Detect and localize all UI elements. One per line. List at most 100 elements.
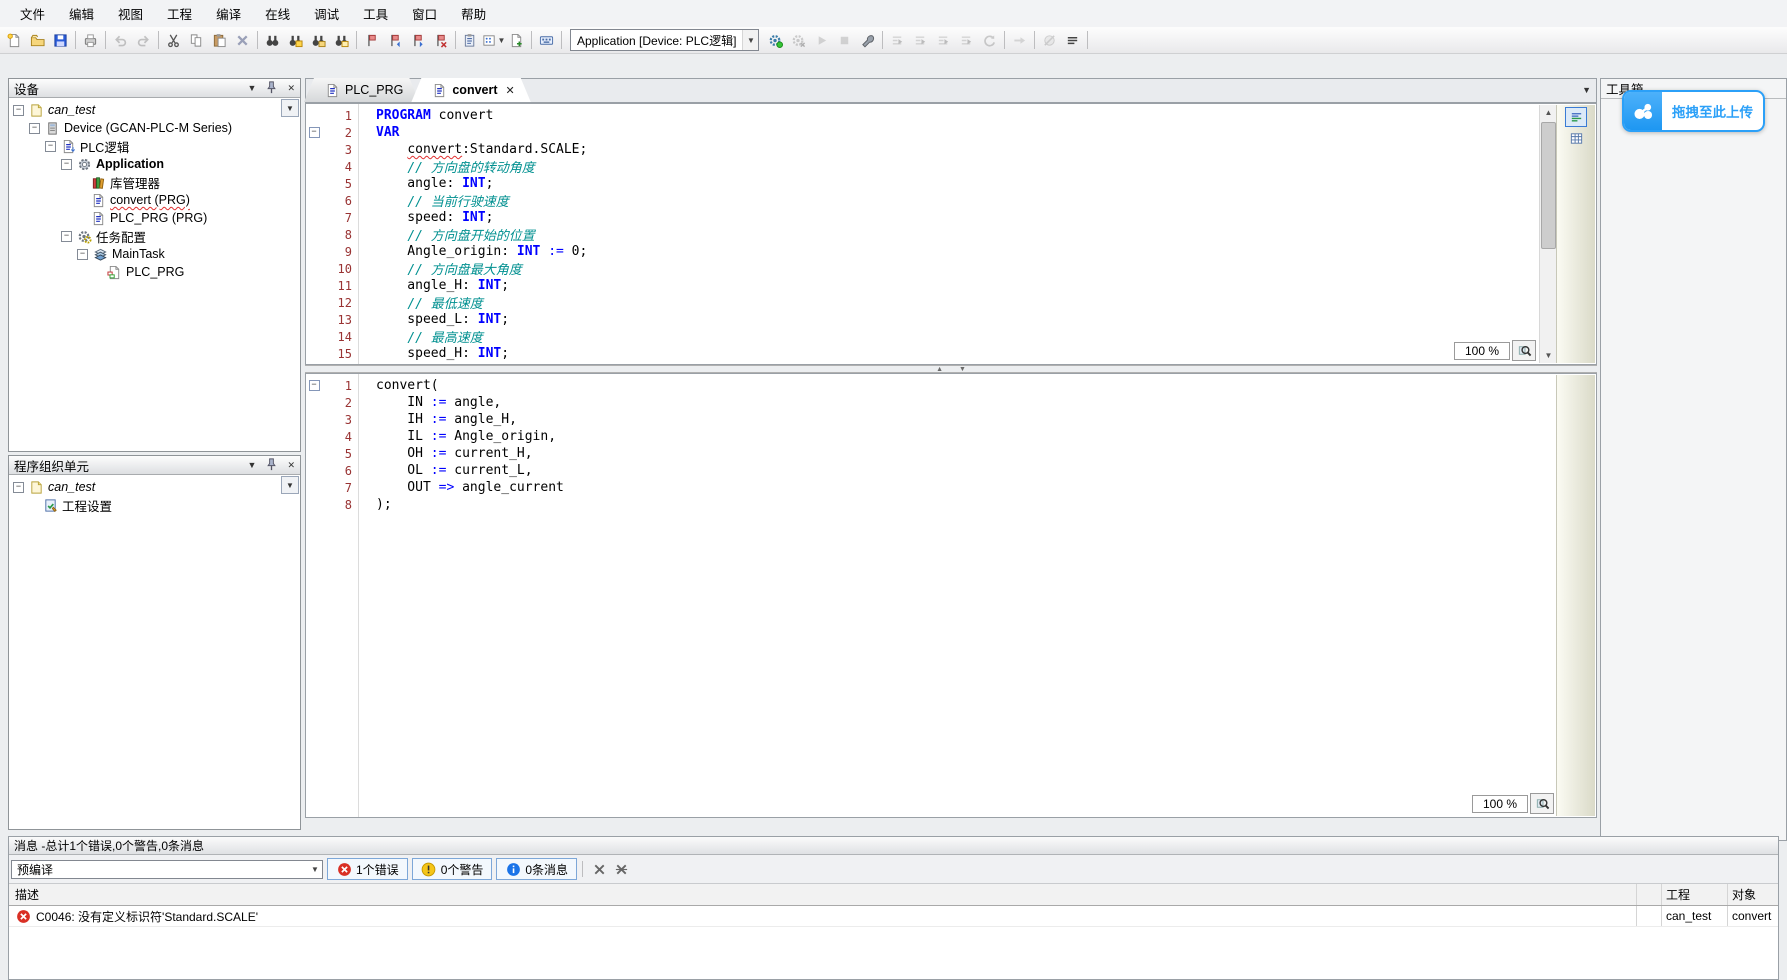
redo-button[interactable] bbox=[132, 29, 155, 51]
message-row[interactable]: C0046: 没有定义标识符'Standard.SCALE' can_test … bbox=[9, 906, 1778, 927]
pou-tree-item-can-test[interactable]: − can_test bbox=[9, 478, 300, 496]
copy-button[interactable] bbox=[185, 29, 208, 51]
quick-replace-button[interactable] bbox=[284, 29, 307, 51]
devices-tree-item-can-test[interactable]: − can_test bbox=[9, 101, 300, 119]
pou-tree-filter-button[interactable]: ▼ bbox=[281, 476, 299, 494]
step-over-button[interactable] bbox=[886, 29, 909, 51]
menu-file[interactable]: 文件 bbox=[8, 0, 57, 27]
pou-tree-item-project-settings[interactable]: 工程设置 bbox=[9, 496, 300, 514]
menu-project[interactable]: 工程 bbox=[155, 0, 204, 27]
next-bookmark-button[interactable] bbox=[406, 29, 429, 51]
clear-bookmarks-button[interactable] bbox=[429, 29, 452, 51]
menu-window[interactable]: 窗口 bbox=[400, 0, 449, 27]
menu-debug[interactable]: 调试 bbox=[302, 0, 351, 27]
filter-warnings-button[interactable]: 0个警告 bbox=[412, 858, 493, 880]
replace-in-project-button[interactable] bbox=[330, 29, 353, 51]
menu-build[interactable]: 编译 bbox=[204, 0, 253, 27]
declaration-scrollbar[interactable]: ▲ ▼ bbox=[1539, 105, 1557, 363]
build-wrench-button[interactable] bbox=[856, 29, 879, 51]
stop-button[interactable] bbox=[833, 29, 856, 51]
close-tab-icon[interactable]: ✕ bbox=[506, 84, 515, 97]
devices-tree-item-convert-prg[interactable]: convert (PRG) bbox=[9, 191, 300, 209]
editor-tab-convert[interactable]: convert ✕ bbox=[411, 78, 530, 102]
splitter-up-icon[interactable]: ▲ bbox=[936, 366, 943, 373]
new-file-button[interactable] bbox=[3, 29, 26, 51]
start-button[interactable] bbox=[810, 29, 833, 51]
scroll-down-icon[interactable]: ▼ bbox=[1540, 348, 1557, 363]
devices-tree-item-task-configuration[interactable]: − 任务配置 bbox=[9, 227, 300, 245]
devices-tree-item-device-gcan[interactable]: − Device (GCAN-PLC-M Series) bbox=[9, 119, 300, 137]
message-category-select[interactable]: 预编译 ▼ bbox=[11, 860, 323, 879]
open-project-button[interactable] bbox=[26, 29, 49, 51]
clear-message-button[interactable] bbox=[588, 859, 610, 879]
pou-pin-icon[interactable] bbox=[264, 457, 279, 474]
virtual-keys-button[interactable] bbox=[535, 29, 558, 51]
devices-tree-item-maintask[interactable]: − MainTask bbox=[9, 245, 300, 263]
input-assistant-button[interactable] bbox=[459, 29, 482, 51]
text-view-button[interactable] bbox=[1565, 107, 1587, 127]
collapse-icon[interactable]: − bbox=[29, 123, 40, 134]
menu-view[interactable]: 视图 bbox=[106, 0, 155, 27]
flow-control-button[interactable] bbox=[1061, 29, 1084, 51]
declarations-dropdown-button[interactable]: ▼ bbox=[482, 29, 505, 51]
devices-pin-icon[interactable] bbox=[264, 80, 279, 97]
collapse-icon[interactable]: − bbox=[61, 159, 72, 170]
undo-button[interactable] bbox=[109, 29, 132, 51]
devices-tree-item-application[interactable]: − Application bbox=[9, 155, 300, 173]
new-object-button[interactable] bbox=[505, 29, 528, 51]
collapse-icon[interactable]: − bbox=[45, 141, 56, 152]
splitter-down-icon[interactable]: ▼ bbox=[959, 366, 966, 373]
paste-button[interactable] bbox=[208, 29, 231, 51]
declaration-editor[interactable]: 1 PROGRAM convert − 2 VAR 3 convert:Stan… bbox=[305, 103, 1597, 365]
previous-bookmark-button[interactable] bbox=[383, 29, 406, 51]
step-out-button[interactable] bbox=[932, 29, 955, 51]
devices-tree-filter-button[interactable]: ▼ bbox=[281, 99, 299, 117]
save-button[interactable] bbox=[49, 29, 72, 51]
editor-splitter[interactable]: ▲ ▼ bbox=[305, 365, 1597, 373]
collapse-icon[interactable]: − bbox=[13, 482, 24, 493]
scrollbar-thumb[interactable] bbox=[1541, 122, 1556, 249]
filter-notes-button[interactable]: 0条消息 bbox=[496, 858, 577, 880]
devices-tree-item-plc-prg[interactable]: PLC_PRG (PRG) bbox=[9, 209, 300, 227]
fold-collapse-icon[interactable]: − bbox=[309, 127, 320, 138]
implementation-zoom-button[interactable] bbox=[1530, 793, 1554, 814]
reset-button[interactable] bbox=[978, 29, 1001, 51]
collapse-icon[interactable]: − bbox=[13, 105, 24, 116]
scroll-up-icon[interactable]: ▲ bbox=[1540, 105, 1557, 120]
menu-edit[interactable]: 编辑 bbox=[57, 0, 106, 27]
devices-tree-item-maintask-plc-prg[interactable]: PLC_PRG bbox=[9, 263, 300, 281]
pou-dropdown-icon[interactable]: ▼ bbox=[248, 460, 257, 470]
find-in-project-button[interactable] bbox=[307, 29, 330, 51]
implementation-editor[interactable]: − 1 convert( 2 IN := angle, 3 IH := angl… bbox=[305, 373, 1597, 818]
pou-close-icon[interactable]: ✕ bbox=[287, 460, 295, 471]
toggle-breakpoint-button[interactable] bbox=[1038, 29, 1061, 51]
collapse-icon[interactable]: − bbox=[61, 231, 72, 242]
next-statement-button[interactable] bbox=[1008, 29, 1031, 51]
clear-all-messages-button[interactable] bbox=[610, 859, 632, 879]
step-into-button[interactable] bbox=[909, 29, 932, 51]
declaration-zoom-button[interactable] bbox=[1512, 340, 1536, 361]
collapse-icon[interactable]: − bbox=[77, 249, 88, 260]
find-button[interactable] bbox=[261, 29, 284, 51]
filter-errors-button[interactable]: 1个错误 bbox=[327, 858, 408, 880]
cut-button[interactable] bbox=[162, 29, 185, 51]
tabular-view-button[interactable] bbox=[1566, 129, 1586, 147]
toggle-bookmark-button[interactable] bbox=[360, 29, 383, 51]
print-button[interactable] bbox=[79, 29, 102, 51]
devices-tree-item-library-manager[interactable]: 库管理器 bbox=[9, 173, 300, 191]
menu-help[interactable]: 帮助 bbox=[449, 0, 498, 27]
menu-tools[interactable]: 工具 bbox=[351, 0, 400, 27]
netdisk-upload-button[interactable]: 拖拽至此上传 bbox=[1622, 90, 1765, 132]
devices-close-icon[interactable]: ✕ bbox=[287, 83, 295, 94]
login-button[interactable] bbox=[764, 29, 787, 51]
devices-dropdown-icon[interactable]: ▼ bbox=[248, 83, 257, 93]
logout-button[interactable] bbox=[787, 29, 810, 51]
editor-tab-plc-prg[interactable]: PLC_PRG bbox=[304, 78, 419, 102]
devices-tree-item-plc-logic[interactable]: − PLC逻辑 bbox=[9, 137, 300, 155]
fold-collapse-icon[interactable]: − bbox=[309, 380, 320, 391]
tab-list-dropdown-icon[interactable]: ▼ bbox=[1582, 85, 1591, 95]
run-to-cursor-button[interactable] bbox=[955, 29, 978, 51]
active-application-select[interactable]: Application [Device: PLC逻辑] ▼ bbox=[570, 29, 759, 51]
menu-online[interactable]: 在线 bbox=[253, 0, 302, 27]
delete-button[interactable] bbox=[231, 29, 254, 51]
